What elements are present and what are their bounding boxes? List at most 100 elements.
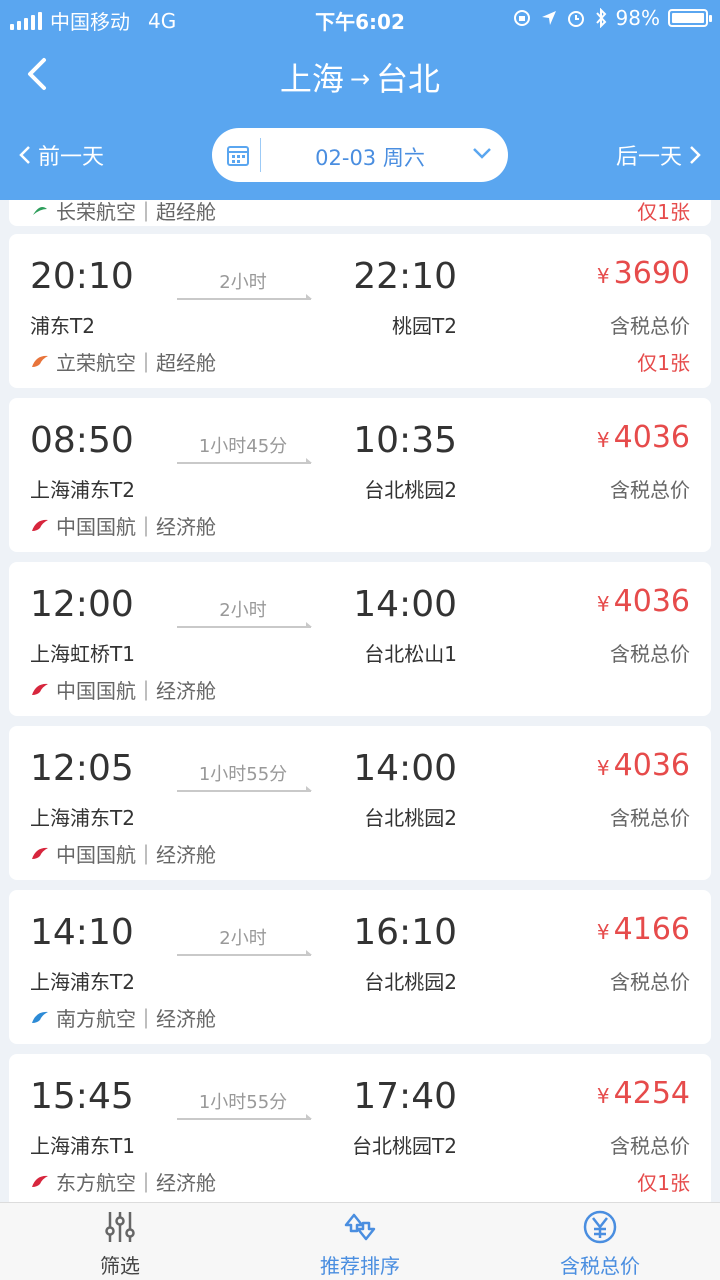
- chevron-right-icon: [690, 146, 701, 164]
- airline-name: 立荣航空｜超经舱: [56, 351, 216, 375]
- arrival-airport: 台北桃园2: [364, 970, 457, 994]
- departure-time: 12:05: [30, 748, 134, 789]
- yuan-circle-icon: [583, 1210, 617, 1244]
- seats-remaining: 仅1张: [637, 351, 690, 375]
- flight-card[interactable]: 12:00 2小时 14:00 ¥4036 上海虹桥T1 台北松山1 含税总价中国国航｜经济…: [9, 562, 711, 716]
- prev-day-label: 前一天: [38, 145, 105, 170]
- arrival-airport: 台北桃园2: [364, 478, 457, 502]
- price-label: 含税总价: [610, 1134, 690, 1158]
- departure-time: 08:50: [30, 420, 134, 461]
- departure-time: 20:10: [30, 256, 134, 297]
- duration-arrow: [177, 294, 312, 300]
- airline-logo-icon: [32, 519, 48, 531]
- duration-arrow: [177, 458, 312, 464]
- departure-airport: 上海浦东T2: [30, 970, 135, 994]
- next-day-label: 后一天: [615, 145, 682, 170]
- airline-info: 中国国航｜经济舱: [30, 511, 216, 540]
- prev-day-button[interactable]: 前一天: [18, 139, 104, 171]
- location-icon: [541, 11, 556, 25]
- flight-card[interactable]: 08:50 1小时45分 10:35 ¥4036 上海浦东T2 台北桃园2 含税总价 中国国航…: [9, 398, 711, 552]
- duration-arrow: [177, 786, 312, 792]
- airline-info: 中国国航｜经济舱: [30, 839, 216, 868]
- airline-info: 中国国航｜经济舱: [30, 675, 216, 704]
- departure-time: 15:45: [30, 1076, 134, 1117]
- sort-arrows-icon: [344, 1213, 376, 1241]
- arrival-airport: 台北桃园T2: [352, 1134, 457, 1158]
- nav-bar: 上海 → 台北: [0, 40, 720, 110]
- tab-sort[interactable]: 推荐排序: [240, 1203, 480, 1280]
- currency-symbol: ¥: [596, 1084, 610, 1108]
- departure-airport: 上海浦东T2: [30, 478, 135, 502]
- price: ¥4166: [597, 912, 690, 947]
- tab-filter-label: 筛选: [100, 1254, 140, 1278]
- next-day-button[interactable]: 后一天: [616, 139, 702, 171]
- arrival-airport: 台北松山1: [364, 642, 457, 666]
- airline-name: 中国国航｜经济舱: [56, 843, 216, 867]
- flight-duration: 1小时55分: [198, 764, 288, 785]
- departure-time: 12:00: [30, 584, 134, 625]
- origin-city: 上海: [279, 60, 344, 98]
- status-bar: 中国移动 4G 下午6:02 98%: [0, 0, 720, 36]
- filter-sliders-icon: [105, 1212, 135, 1242]
- flight-duration: 1小时45分: [198, 436, 288, 457]
- route-arrow: →: [349, 65, 371, 93]
- chevron-down-icon: [473, 148, 491, 159]
- flight-card[interactable]: 15:45 1小时55分 17:40 ¥4254 上海浦东T1 台北桃园T2 含税总价 东方航…: [9, 1054, 711, 1202]
- bluetooth-icon: [595, 8, 606, 28]
- flight-card[interactable]: 20:10 2小时 22:10 ¥3690 浦东T2 桃园T2 含税总价 立荣航空｜超经舱 仅1…: [9, 234, 711, 388]
- bottom-tab-bar: 筛选 推荐排序 含税总价: [0, 1202, 720, 1280]
- departure-airport: 浦东T2: [30, 314, 95, 338]
- price-value: 4036: [613, 420, 690, 455]
- airline-name: 中国国航｜经济舱: [56, 679, 216, 703]
- flight-duration: 2小时: [219, 928, 267, 949]
- price-value: 3690: [613, 256, 690, 291]
- tab-sort-label: 推荐排序: [320, 1254, 400, 1278]
- arrival-airport: 台北桃园2: [364, 806, 457, 830]
- date-picker-button[interactable]: 02-03 周六: [212, 128, 508, 182]
- flight-card[interactable]: 14:10 2小时 16:10 ¥4166 上海浦东T2 台北桃园2 含税总价南方航空｜经济…: [9, 890, 711, 1044]
- price-label: 含税总价: [610, 314, 690, 338]
- price: ¥4036: [597, 584, 690, 619]
- airline-name: 长荣航空｜超经舱: [56, 200, 216, 224]
- arrival-time: 14:00: [353, 748, 457, 789]
- tab-total-price[interactable]: 含税总价: [480, 1203, 720, 1280]
- airline-logo-icon: [32, 1011, 48, 1023]
- airline-info: 东方航空｜经济舱: [30, 1167, 216, 1196]
- seats-remaining: 仅1张: [637, 200, 690, 224]
- airline-logo-icon: [32, 683, 48, 695]
- arrival-time: 14:00: [353, 584, 457, 625]
- flight-duration: 1小时55分: [198, 1092, 288, 1113]
- airline-name: 南方航空｜经济舱: [56, 1007, 216, 1031]
- airline-name: 中国国航｜经济舱: [56, 515, 216, 539]
- airline-logo-icon: [32, 847, 48, 859]
- departure-time: 14:10: [30, 912, 134, 953]
- alarm-icon: [567, 11, 584, 27]
- price-value: 4036: [613, 584, 690, 619]
- price: ¥4036: [597, 748, 690, 783]
- price-label: 含税总价: [610, 970, 690, 994]
- arrival-time: 16:10: [353, 912, 457, 953]
- price: ¥3690: [597, 256, 690, 291]
- price-label: 含税总价: [610, 806, 690, 830]
- destination-city: 台北: [376, 60, 441, 98]
- tab-filter[interactable]: 筛选: [0, 1203, 240, 1280]
- airline-name: 东方航空｜经济舱: [56, 1171, 216, 1195]
- departure-airport: 上海浦东T1: [30, 1134, 135, 1158]
- currency-symbol: ¥: [596, 264, 610, 288]
- price-label: 含税总价: [610, 642, 690, 666]
- flight-duration: 2小时: [219, 600, 267, 621]
- arrival-time: 17:40: [353, 1076, 457, 1117]
- duration-arrow: [177, 1114, 312, 1120]
- airline-info: 长荣航空｜超经舱: [30, 200, 216, 225]
- departure-airport: 上海浦东T2: [30, 806, 135, 830]
- currency-symbol: ¥: [596, 592, 610, 616]
- battery-icon: [668, 9, 712, 27]
- flight-list[interactable]: 长荣航空｜超经舱 仅1张 20:10 2小时 22:10 ¥3690 浦东T2 桃园T2 含…: [0, 200, 720, 1202]
- flight-card[interactable]: 12:05 1小时55分 14:00 ¥4036 上海浦东T2 台北桃园2 含税总价中国国航…: [9, 726, 711, 880]
- tab-total-price-label: 含税总价: [560, 1254, 640, 1278]
- price-value: 4036: [613, 748, 690, 783]
- flight-card-partial[interactable]: 长荣航空｜超经舱 仅1张: [9, 200, 711, 226]
- airline-info: 南方航空｜经济舱: [30, 1003, 216, 1032]
- airline-logo-icon: [32, 1175, 48, 1187]
- departure-airport: 上海虹桥T1: [30, 642, 135, 666]
